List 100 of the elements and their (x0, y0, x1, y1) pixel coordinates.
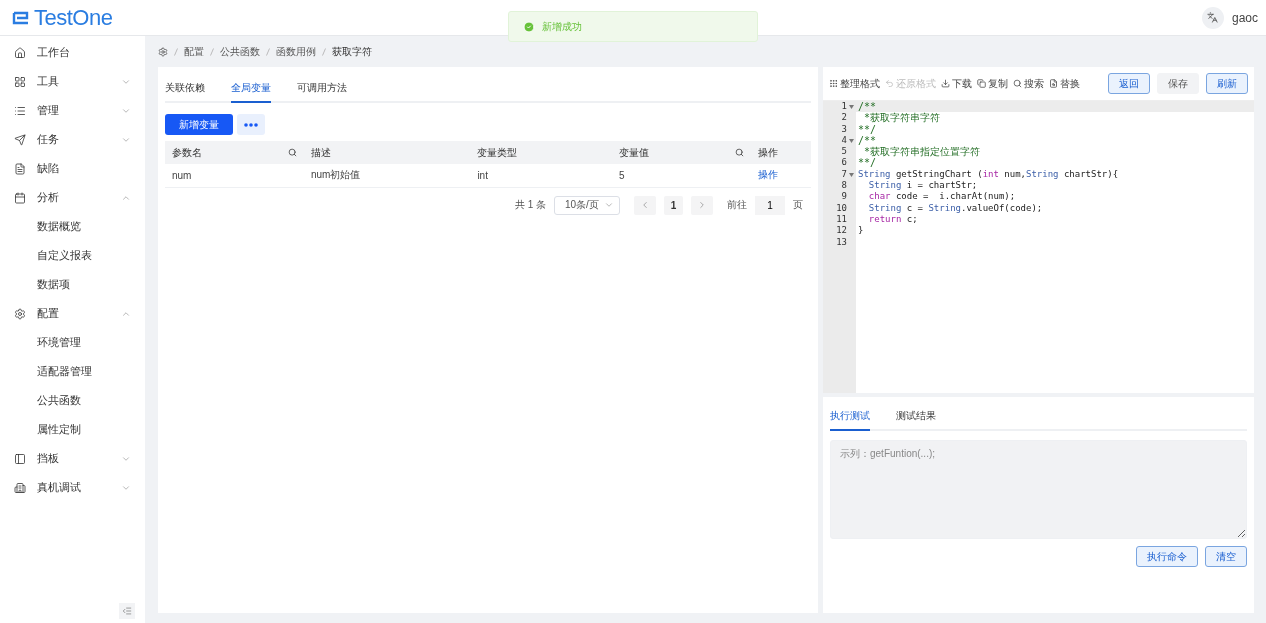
code-line: String c = String.valueOf(code); (867, 202, 1043, 214)
line-number: 6 (840, 157, 848, 169)
more-button[interactable] (237, 114, 265, 135)
code-line: *获取字符串字符 (863, 112, 941, 124)
column-header: 操作 (751, 141, 811, 164)
goto-label: 前往 (727, 198, 747, 212)
test-button[interactable]: 清空 (1205, 546, 1247, 567)
sidebar-item[interactable]: 工作台 (0, 38, 145, 67)
translate-icon[interactable] (1201, 6, 1224, 29)
toolbar-button[interactable]: 搜索 (1013, 76, 1044, 91)
calendar-icon (14, 191, 26, 204)
line-number: 5 (840, 146, 848, 158)
table-cell: 5 (612, 164, 751, 187)
line-number: 4 (823, 134, 856, 147)
column-header: 参数名 (165, 141, 304, 164)
page-button[interactable]: 1 (664, 195, 683, 215)
search-icon[interactable] (735, 148, 744, 157)
sidebar-subitem[interactable]: 自定义报表 (0, 241, 145, 270)
code-line: } (857, 225, 864, 237)
sidebar-subitem[interactable]: 数据项 (0, 270, 145, 299)
breadcrumb-separator-icon (210, 47, 214, 56)
search-icon[interactable] (288, 148, 297, 157)
toolbar-button[interactable]: 下载 (941, 76, 972, 91)
tab[interactable]: 执行测试 (830, 403, 870, 431)
breadcrumb-separator-icon (266, 47, 270, 56)
toolbar-button[interactable]: 复制 (977, 76, 1008, 91)
page-suffix: 页 (793, 198, 803, 212)
copy-icon (977, 79, 986, 88)
tab[interactable]: 关联依赖 (165, 75, 205, 103)
code-line: *获取字符串指定位置字符 (863, 146, 981, 158)
document-icon (1049, 79, 1058, 88)
sidebar-subitem[interactable]: 属性定制 (0, 415, 145, 444)
sidebar-item[interactable]: 任务 (0, 125, 145, 154)
code-line: **/ (857, 123, 877, 135)
sidebar-item[interactable]: 配置 (0, 299, 145, 328)
app-logo-text: TestOne (34, 4, 113, 31)
line-number: 10 (835, 202, 848, 214)
sidebar-subitem[interactable]: 适配器管理 (0, 357, 145, 386)
breadcrumb-item[interactable]: 获取字符 (332, 44, 372, 59)
table-cell: num (165, 164, 304, 187)
sidebar-item[interactable]: 真机调试 (0, 473, 145, 502)
add-variable-button[interactable]: 新增变量 (165, 114, 233, 135)
breadcrumb-item[interactable]: 函数用例 (276, 44, 316, 59)
sidebar-item[interactable]: 挡板 (0, 444, 145, 473)
column-header: 变量类型 (470, 141, 612, 164)
action-link[interactable]: 操作 (758, 169, 778, 181)
line-number: 7 (823, 168, 856, 181)
sidebar-subitem[interactable]: 数据概览 (0, 212, 145, 241)
code-line: String getStringChart (int num,String chartStr){ (857, 168, 1119, 181)
sidebar-item[interactable]: 分析 (0, 183, 145, 212)
code-line: return c; (867, 213, 918, 226)
tab[interactable]: 全局变量 (231, 75, 271, 103)
toolbar-button[interactable]: 整理格式 (829, 76, 880, 91)
line-number: 12 (835, 225, 848, 237)
editor-button[interactable]: 保存 (1157, 73, 1199, 94)
page-size-select[interactable]: 10条/页 (554, 195, 620, 215)
command-input-field[interactable]: 示列：getFuntion(...); (830, 440, 1247, 539)
grid-icon (829, 79, 838, 88)
goto-page-field[interactable]: 1 (755, 195, 785, 215)
code-line: String i = chartStr; (867, 180, 978, 192)
sidebar-item[interactable]: 工具 (0, 67, 145, 96)
document-icon (14, 162, 26, 175)
download-icon (941, 79, 950, 88)
sidebar-subitem[interactable]: 公共函数 (0, 386, 145, 415)
undo-icon (885, 79, 894, 88)
send-icon (14, 133, 26, 146)
sidebar-item[interactable]: 管理 (0, 96, 145, 125)
logo-icon (12, 10, 30, 25)
line-number: 11 (835, 213, 848, 226)
user-name[interactable]: gaoc (1231, 10, 1258, 25)
sidebar-item[interactable]: 缺陷 (0, 154, 145, 183)
column-header: 描述 (304, 141, 471, 164)
tab[interactable]: 可调用方法 (297, 75, 347, 103)
table-cell: num初始值 (304, 164, 471, 187)
settings-icon[interactable] (158, 46, 168, 57)
breadcrumb-separator-icon (174, 47, 178, 56)
breadcrumb-item[interactable]: 公共函数 (220, 44, 260, 59)
table-cell: int (470, 164, 612, 187)
code-line: **/ (857, 157, 877, 169)
line-number: 1 (823, 101, 856, 113)
panel-icon (14, 452, 26, 465)
toolbar-button[interactable]: 替换 (1049, 76, 1080, 91)
fold-triangle-icon[interactable] (849, 138, 854, 143)
settings-icon (14, 307, 26, 320)
line-number: 13 (835, 236, 848, 248)
fold-triangle-icon[interactable] (849, 105, 854, 109)
tab[interactable]: 测试结果 (896, 403, 936, 431)
building-icon (14, 481, 26, 494)
column-header: 变量值 (612, 141, 751, 164)
code-line: /** (857, 101, 877, 112)
breadcrumb-item[interactable]: 配置 (184, 44, 204, 59)
fold-triangle-icon[interactable] (849, 172, 854, 177)
chevron-left-icon (640, 200, 650, 210)
line-number: 9 (840, 191, 848, 203)
code-line: /** (857, 134, 877, 146)
test-button[interactable]: 执行命令 (1136, 546, 1198, 567)
check-circle-icon (523, 20, 535, 33)
sidebar-subitem[interactable]: 环境管理 (0, 328, 145, 357)
editor-button[interactable]: 返回 (1108, 73, 1150, 94)
editor-button[interactable]: 刷新 (1206, 73, 1248, 94)
